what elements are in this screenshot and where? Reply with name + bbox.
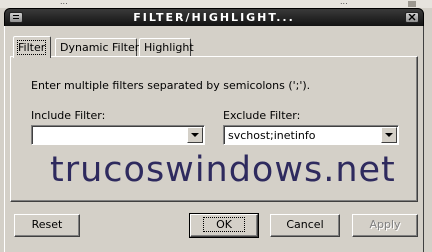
window-title: FILTER/HIGHLIGHT... bbox=[133, 11, 295, 24]
reset-button-label: Reset bbox=[31, 218, 63, 231]
chevron-down-icon bbox=[191, 133, 199, 137]
apply-button[interactable]: Apply bbox=[352, 214, 418, 237]
tab-filter[interactable]: Filter bbox=[13, 36, 51, 58]
title-bar[interactable]: FILTER/HIGHLIGHT... bbox=[4, 8, 424, 27]
include-filter-label: Include Filter: bbox=[31, 109, 106, 122]
tab-highlight-label: Highlight bbox=[144, 41, 194, 54]
include-filter-dropdown-button[interactable] bbox=[187, 127, 203, 143]
tab-filter-label: Filter bbox=[16, 40, 47, 55]
include-filter-combo[interactable] bbox=[31, 125, 205, 145]
tab-dynamic-filters-label: Dynamic Filters bbox=[60, 41, 145, 54]
close-icon bbox=[408, 13, 416, 21]
exclude-filter-combo[interactable]: svchost;inetinfo bbox=[223, 125, 399, 145]
tab-dynamic-filters[interactable]: Dynamic Filters bbox=[55, 38, 145, 57]
exclude-filter-dropdown-button[interactable] bbox=[381, 127, 397, 143]
exclude-filter-value: svchost;inetinfo bbox=[228, 129, 316, 142]
watermark-text: trucoswindows.net bbox=[50, 150, 396, 190]
background-text: ... bbox=[60, 0, 68, 6]
cancel-button[interactable]: Cancel bbox=[270, 214, 340, 237]
exclude-filter-label: Exclude Filter: bbox=[223, 109, 301, 122]
apply-button-label: Apply bbox=[369, 218, 401, 231]
cancel-button-label: Cancel bbox=[286, 218, 324, 231]
background-window-strip: ... ... bbox=[0, 0, 432, 8]
background-scroll-grip bbox=[408, 1, 416, 7]
tab-highlight[interactable]: Highlight bbox=[139, 38, 194, 57]
ok-button-label: OK bbox=[203, 217, 245, 232]
reset-button[interactable]: Reset bbox=[14, 214, 80, 237]
close-button[interactable] bbox=[405, 12, 419, 23]
filter-instructions: Enter multiple filters separated by semi… bbox=[31, 79, 311, 92]
background-text: ... bbox=[340, 0, 348, 6]
ok-button[interactable]: OK bbox=[189, 213, 259, 238]
chevron-down-icon bbox=[385, 133, 393, 137]
